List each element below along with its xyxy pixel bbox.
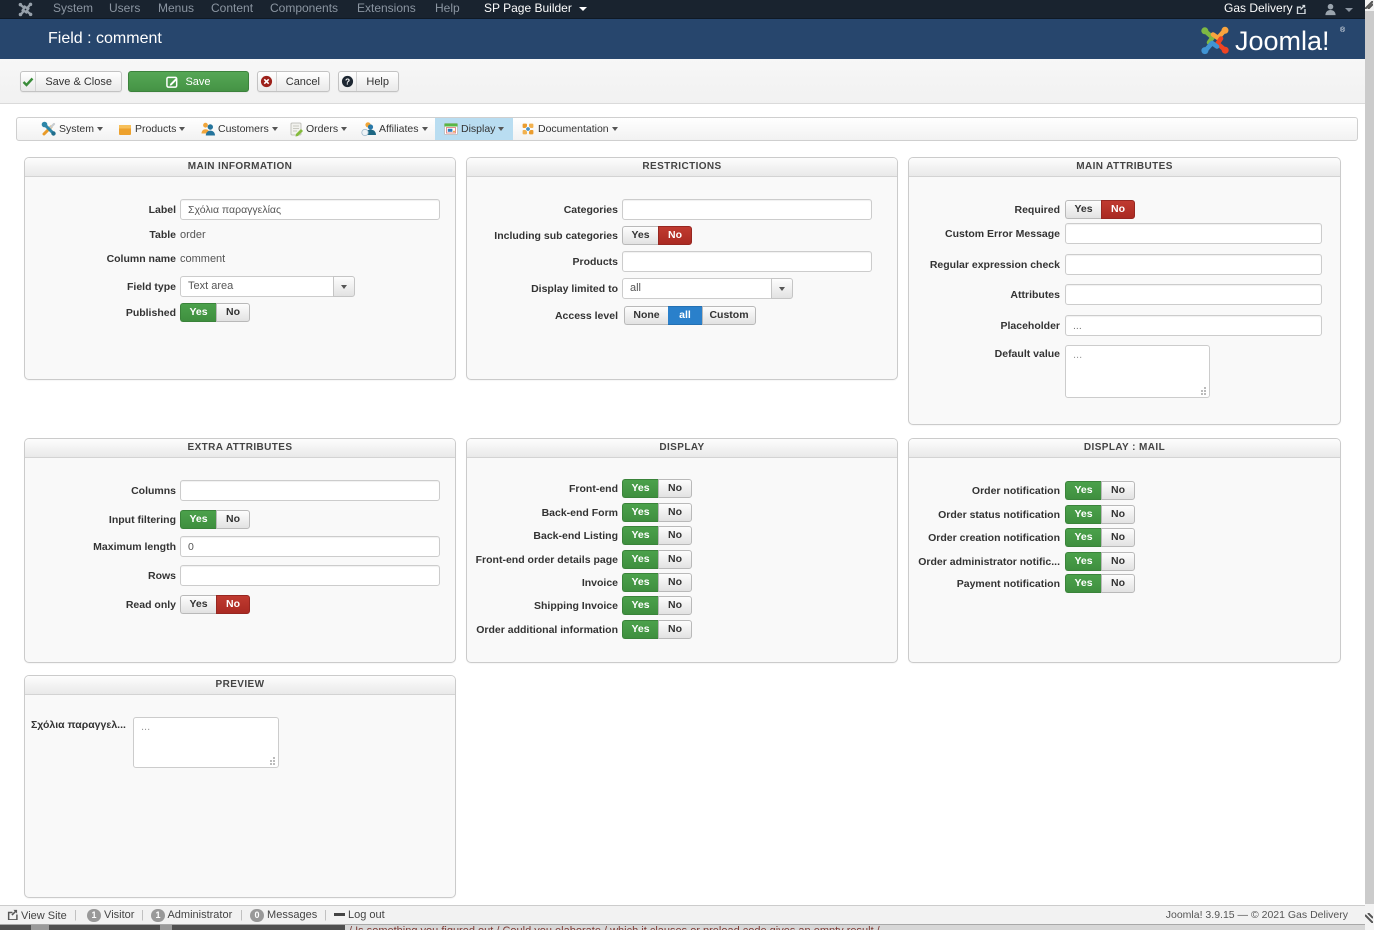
svg-text:?: ? [345, 76, 350, 86]
